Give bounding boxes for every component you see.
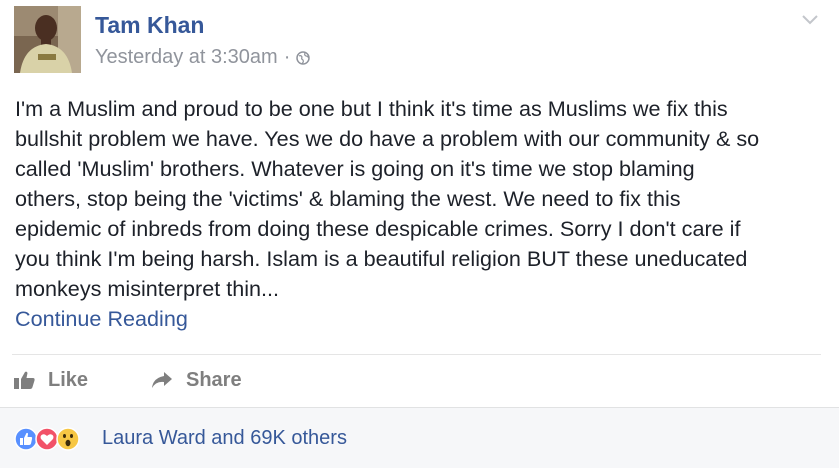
wow-reaction-icon bbox=[56, 427, 80, 451]
action-bar: Like Share bbox=[0, 362, 839, 398]
reactions-footer: Laura Ward and 69K others bbox=[0, 407, 839, 468]
facebook-post: Tam Khan Yesterday at 3:30am · I'm a Mus… bbox=[0, 0, 839, 468]
like-label: Like bbox=[48, 368, 89, 391]
share-label: Share bbox=[186, 368, 242, 391]
thumbs-up-icon bbox=[14, 371, 35, 389]
reactors-summary[interactable]: Laura Ward and 69K others bbox=[102, 427, 347, 450]
reaction-icons[interactable] bbox=[14, 426, 80, 452]
share-arrow-icon bbox=[152, 372, 172, 388]
share-button[interactable]: Share bbox=[150, 362, 242, 398]
divider bbox=[12, 354, 821, 355]
post-body: I'm a Muslim and proud to be one but I t… bbox=[15, 96, 760, 301]
globe-icon[interactable] bbox=[296, 50, 311, 65]
meta-separator: · bbox=[283, 46, 291, 68]
author-name[interactable]: Tam Khan bbox=[95, 12, 204, 39]
post-timestamp[interactable]: Yesterday at 3:30am bbox=[95, 46, 278, 69]
avatar[interactable] bbox=[14, 6, 81, 73]
like-button[interactable]: Like bbox=[14, 362, 88, 398]
avatar-image bbox=[14, 6, 81, 73]
continue-reading-link[interactable]: Continue Reading bbox=[15, 304, 188, 334]
post-meta: Yesterday at 3:30am · bbox=[95, 46, 311, 69]
chevron-down-icon[interactable] bbox=[801, 14, 819, 26]
